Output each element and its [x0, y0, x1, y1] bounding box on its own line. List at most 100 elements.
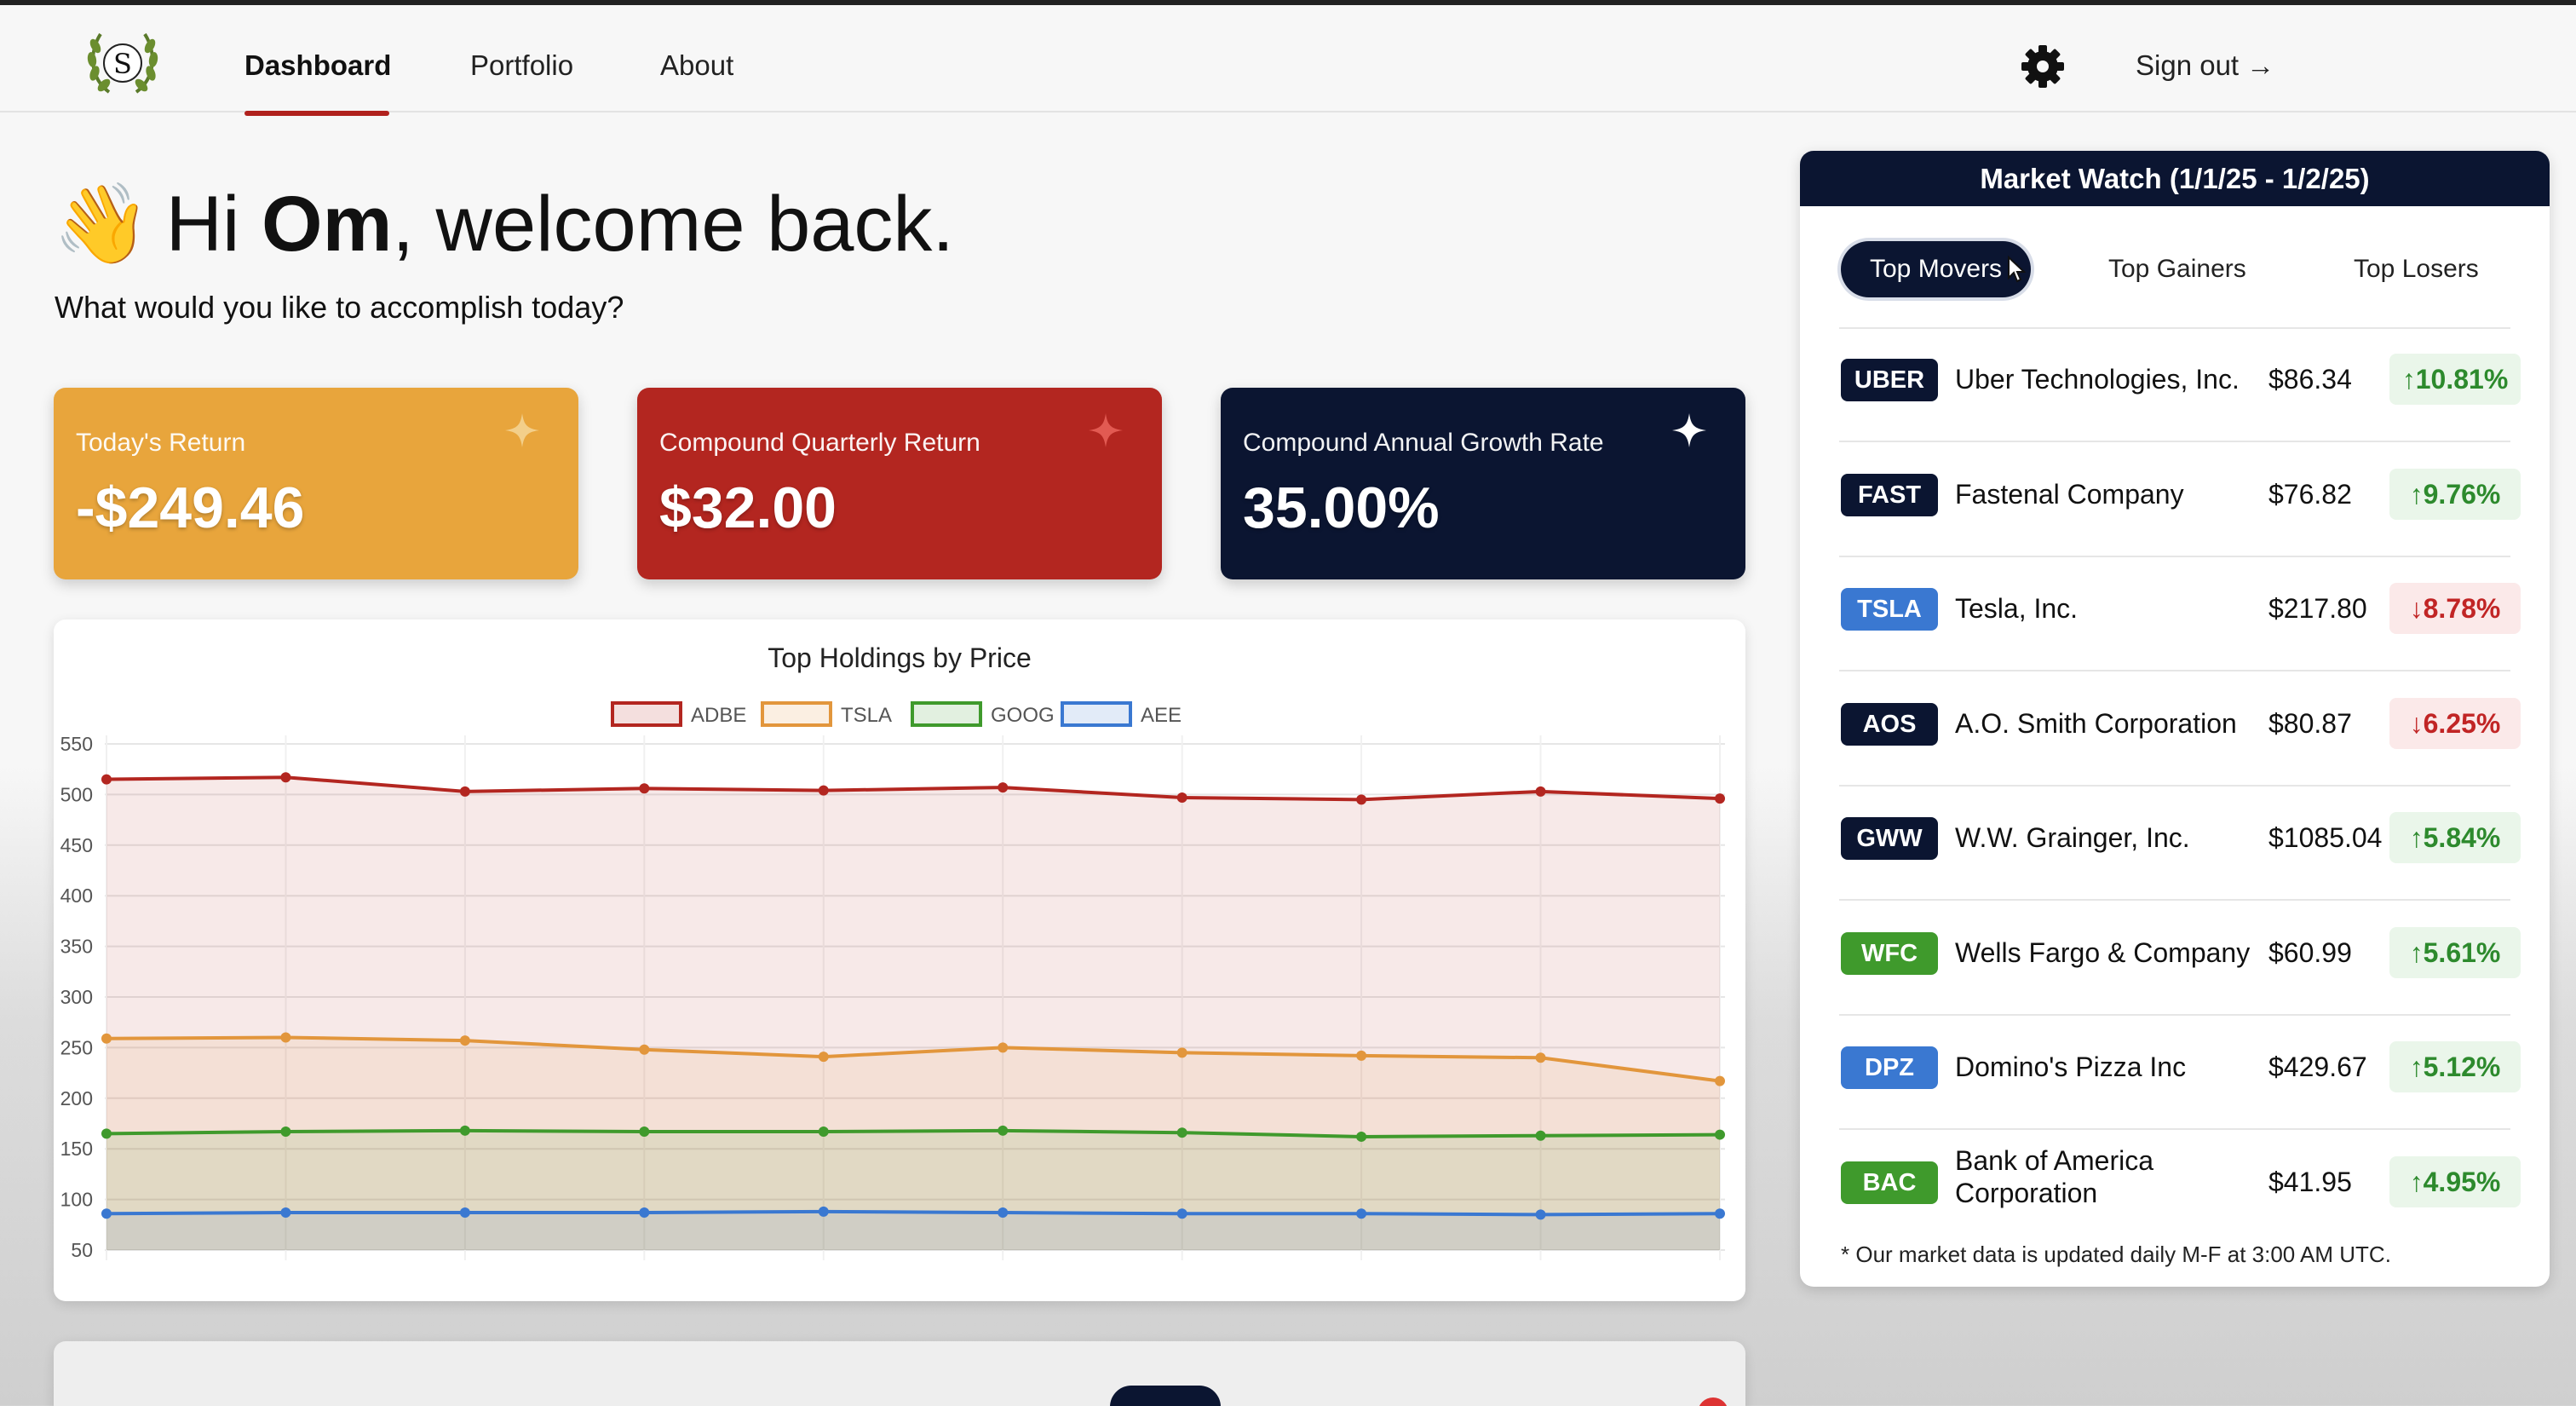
- legend-label: AEE: [1141, 704, 1182, 727]
- data-point: [998, 1125, 1009, 1136]
- stock-price: $80.87: [2268, 707, 2352, 739]
- ticker-badge: UBER: [1841, 359, 1938, 401]
- active-nav-indicator: [244, 111, 389, 116]
- price-change-badge: ↑5.61%: [2389, 926, 2521, 978]
- price-change-badge: ↓6.25%: [2389, 697, 2521, 749]
- sparkle-icon: [1089, 413, 1123, 447]
- company-name: Wells Fargo & Company: [1955, 936, 2251, 968]
- data-point: [639, 1127, 650, 1138]
- data-point: [101, 1033, 112, 1044]
- data-point: [1715, 793, 1725, 804]
- greeting-suffix: , welcome back.: [392, 181, 954, 268]
- price-change-badge: ↑5.84%: [2389, 812, 2521, 863]
- sparkle-icon: [505, 413, 539, 447]
- data-point: [1535, 1052, 1546, 1063]
- y-tick-label: 250: [60, 1036, 93, 1058]
- market-row[interactable]: WFC Wells Fargo & Company $60.99 ↑5.61%: [1800, 902, 2550, 1016]
- ticker-badge: FAST: [1841, 473, 1938, 516]
- data-point: [1715, 1075, 1725, 1086]
- market-footnote: * Our market data is updated daily M-F a…: [1841, 1242, 2391, 1267]
- market-row[interactable]: AOS A.O. Smith Corporation $80.87 ↓6.25%: [1800, 672, 2550, 787]
- data-point: [639, 1207, 650, 1219]
- market-watch-panel: Market Watch (1/1/25 - 1/2/25) Top Mover…: [1800, 151, 2550, 1287]
- greeting-prefix: Hi: [165, 181, 262, 268]
- ticker-badge: DPZ: [1841, 1046, 1938, 1089]
- gear-icon[interactable]: [2019, 43, 2067, 90]
- data-point: [459, 1125, 470, 1136]
- company-name: Tesla, Inc.: [1955, 593, 2079, 624]
- y-tick-label: 150: [60, 1138, 93, 1160]
- legend-swatch: [911, 701, 982, 727]
- stock-price: $1085.04: [2268, 822, 2383, 853]
- y-tick-label: 500: [60, 783, 93, 805]
- market-row[interactable]: GWW W.W. Grainger, Inc. $1085.04 ↑5.84%: [1800, 787, 2550, 901]
- stock-price: $76.82: [2268, 478, 2352, 510]
- company-name: Domino's Pizza Inc: [1955, 1052, 2187, 1082]
- company-name: Uber Technologies, Inc.: [1955, 364, 2240, 395]
- card-label: Compound Annual Growth Rate: [1243, 429, 1604, 457]
- welcome-heading: 👋 Hi Om, welcome back.: [53, 179, 954, 270]
- portfolio-range-toggle[interactable]: [1110, 1386, 1221, 1406]
- welcome-subtitle: What would you like to accomplish today?: [55, 290, 624, 325]
- stock-price: $217.80: [2268, 593, 2367, 624]
- top-navbar: S Dashboard Portfolio About Sign out →: [0, 0, 2576, 116]
- portfolio-status-dot: [1698, 1397, 1728, 1406]
- tab-top-movers[interactable]: Top Movers: [1841, 241, 2032, 297]
- card-value: 35.00%: [1243, 475, 1440, 540]
- ticker-badge: AOS: [1841, 702, 1938, 746]
- data-point: [1356, 1131, 1367, 1142]
- ticker-badge: WFC: [1841, 931, 1938, 975]
- waving-hand-icon: 👋: [53, 181, 151, 268]
- legend-label: ADBE: [691, 704, 746, 727]
- mouse-cursor-icon: [2008, 256, 2026, 283]
- market-row[interactable]: FAST Fastenal Company $76.82 ↑9.76%: [1800, 443, 2550, 557]
- nav-about[interactable]: About: [660, 49, 733, 82]
- company-name: W.W. Grainger, Inc.: [1955, 822, 2190, 853]
- data-point: [1176, 1047, 1187, 1058]
- data-point: [1176, 792, 1187, 803]
- sparkle-icon: [1672, 413, 1706, 447]
- price-change-badge: ↑10.81%: [2389, 354, 2521, 405]
- market-watch-title: Market Watch (1/1/25 - 1/2/25): [1800, 151, 2550, 206]
- data-point: [459, 1207, 470, 1219]
- company-name: Bank of America Corporation: [1955, 1144, 2153, 1208]
- tab-top-losers[interactable]: Top Losers: [2354, 241, 2479, 297]
- data-point: [639, 783, 650, 794]
- y-tick-label: 350: [60, 936, 93, 958]
- data-point: [1535, 1209, 1546, 1220]
- legend-swatch: [761, 701, 832, 727]
- card-label: Today's Return: [76, 429, 246, 457]
- market-row[interactable]: BAC Bank of America Corporation $41.95 ↑4.9…: [1800, 1131, 2550, 1245]
- laurel-logo-icon[interactable]: S: [83, 27, 162, 99]
- data-point: [818, 785, 829, 796]
- y-tick-label: 100: [60, 1189, 93, 1211]
- portfolio-panel: [54, 1341, 1745, 1406]
- stock-price: $60.99: [2268, 936, 2352, 968]
- data-point: [1356, 1208, 1367, 1219]
- annual-growth-card: Compound Annual Growth Rate 35.00%: [1221, 388, 1745, 579]
- data-point: [818, 1206, 829, 1217]
- chart-title: Top Holdings by Price: [768, 642, 1031, 673]
- data-point: [459, 1035, 470, 1046]
- legend-label: GOOG: [991, 704, 1055, 727]
- card-value: -$249.46: [76, 475, 305, 540]
- logo-letter: S: [113, 48, 132, 80]
- market-row[interactable]: UBER Uber Technologies, Inc. $86.34 ↑10.81%: [1800, 328, 2550, 442]
- data-point: [1715, 1208, 1725, 1219]
- market-row[interactable]: DPZ Domino's Pizza Inc $429.67 ↑5.12%: [1800, 1016, 2550, 1130]
- data-point: [280, 1032, 291, 1043]
- card-label: Compound Quarterly Return: [659, 429, 980, 457]
- nav-dashboard[interactable]: Dashboard: [244, 49, 391, 82]
- sign-out-link[interactable]: Sign out →: [2136, 49, 2274, 82]
- data-point: [1356, 1050, 1367, 1061]
- nav-portfolio[interactable]: Portfolio: [470, 49, 573, 82]
- y-tick-label: 400: [60, 885, 93, 907]
- y-tick-label: 200: [60, 1087, 93, 1109]
- data-point: [280, 772, 291, 783]
- market-row[interactable]: TSLA Tesla, Inc. $217.80 ↓8.78%: [1800, 557, 2550, 671]
- card-value: $32.00: [659, 475, 837, 540]
- top-holdings-chart: Top Holdings by Price ADBE TSLA GOOG AEE 550 5…: [60, 642, 1725, 1261]
- price-change-badge: ↑5.12%: [2389, 1041, 2521, 1092]
- tab-top-gainers[interactable]: Top Gainers: [2108, 241, 2246, 297]
- quarterly-return-card: Compound Quarterly Return $32.00: [637, 388, 1162, 579]
